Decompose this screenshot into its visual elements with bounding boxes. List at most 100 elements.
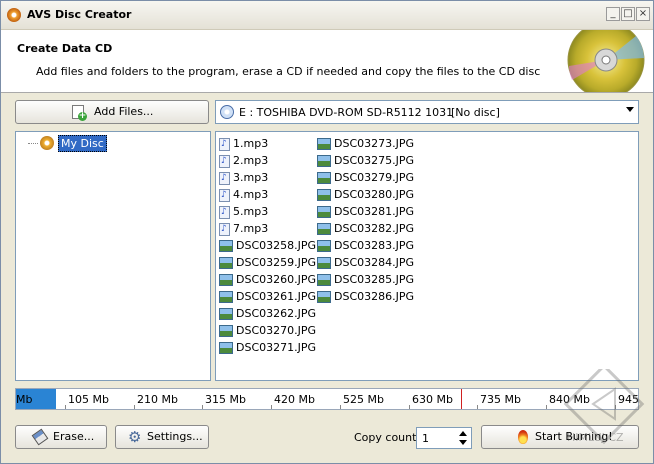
file-name: DSC03284.JPG	[334, 256, 415, 269]
image-file-icon	[219, 291, 233, 303]
file-item[interactable]: 4.mp3	[219, 186, 269, 204]
capacity-tick	[477, 405, 478, 409]
capacity-tick	[340, 405, 341, 409]
capacity-tick	[271, 405, 272, 409]
file-name: DSC03259.JPG	[236, 256, 317, 269]
image-file-icon	[317, 291, 331, 303]
file-item[interactable]: DSC03282.JPG	[317, 220, 414, 237]
title-bar[interactable]: AVS Disc Creator _ □ ×	[1, 1, 653, 30]
image-file-icon	[317, 189, 331, 201]
file-name: DSC03279.JPG	[334, 171, 415, 184]
cd-disc-icon	[556, 30, 646, 92]
file-item[interactable]: DSC03262.JPG	[219, 305, 316, 322]
file-name: DSC03283.JPG	[334, 239, 415, 252]
maximize-button[interactable]: □	[621, 7, 635, 21]
file-name: DSC03285.JPG	[334, 273, 415, 286]
file-item[interactable]: DSC03270.JPG	[219, 322, 316, 339]
capacity-tick	[134, 405, 135, 409]
copy-count-stepper[interactable]: 1	[416, 427, 472, 449]
file-name: DSC03261.JPG	[236, 290, 317, 303]
add-files-label: Add Files...	[94, 105, 154, 118]
disc-capacity-bar: Mb 105 Mb 210 Mb 315 Mb 420 Mb 525 Mb 630 Mb 73…	[15, 388, 639, 410]
file-name: 7.mp3	[233, 222, 269, 235]
file-item[interactable]: DSC03271.JPG	[219, 339, 316, 356]
image-file-icon	[219, 325, 233, 337]
image-file-icon	[219, 274, 233, 286]
file-item[interactable]: DSC03284.JPG	[317, 254, 414, 271]
file-item[interactable]: DSC03286.JPG	[317, 288, 414, 305]
audio-file-icon	[219, 136, 230, 153]
file-item[interactable]: DSC03285.JPG	[317, 271, 414, 288]
capacity-tick	[615, 405, 616, 409]
erase-label: Erase...	[53, 430, 95, 443]
start-burning-button[interactable]: Start Burning!	[481, 425, 639, 449]
capacity-tick-label: 525 Mb	[343, 393, 384, 406]
image-file-icon	[317, 172, 331, 184]
file-name: DSC03258.JPG	[236, 239, 317, 252]
image-file-icon	[317, 240, 331, 252]
image-file-icon	[219, 308, 233, 320]
audio-file-icon	[219, 170, 230, 187]
erase-button[interactable]: Erase...	[15, 425, 107, 449]
capacity-tick-label: 735 Mb	[480, 393, 521, 406]
gear-icon: ⚙	[128, 428, 142, 446]
image-file-icon	[317, 274, 331, 286]
file-item[interactable]: DSC03279.JPG	[317, 169, 414, 186]
close-button[interactable]: ×	[636, 7, 650, 21]
image-file-icon	[317, 138, 331, 150]
start-burning-label: Start Burning!	[535, 430, 613, 443]
file-item[interactable]: DSC03260.JPG	[219, 271, 316, 288]
file-list[interactable]: 1.mp3 2.mp3 3.mp3 4.mp3 5.mp3 7.mp3 DSC03258.J…	[215, 131, 639, 381]
flame-icon	[518, 430, 528, 444]
stepper-up-icon[interactable]	[459, 431, 467, 436]
add-files-button[interactable]: + Add Files...	[15, 100, 209, 124]
page-subtitle: Add files and folders to the program, er…	[36, 65, 541, 78]
file-name: 4.mp3	[233, 188, 269, 201]
app-window: AVS Disc Creator _ □ × Create Data CD Ad…	[0, 0, 654, 464]
capacity-tick-label: 630 Mb	[412, 393, 453, 406]
capacity-tick-label: 105 Mb	[68, 393, 109, 406]
file-name: DSC03275.JPG	[334, 154, 415, 167]
drive-icon	[220, 105, 234, 119]
chevron-down-icon[interactable]	[626, 107, 634, 112]
file-name: DSC03262.JPG	[236, 307, 317, 320]
capacity-limit-marker	[461, 389, 462, 409]
file-item[interactable]: 3.mp3	[219, 169, 269, 187]
image-file-icon	[317, 257, 331, 269]
settings-label: Settings...	[147, 430, 203, 443]
audio-file-icon	[219, 204, 230, 221]
file-item[interactable]: 2.mp3	[219, 152, 268, 170]
minimize-button[interactable]: _	[606, 7, 620, 21]
file-name: DSC03282.JPG	[334, 222, 415, 235]
window-title: AVS Disc Creator	[27, 8, 132, 21]
file-item[interactable]: DSC03280.JPG	[317, 186, 414, 203]
file-item[interactable]: 7.mp3	[219, 220, 269, 238]
file-item[interactable]: DSC03275.JPG	[317, 152, 414, 169]
app-disc-icon	[7, 8, 21, 22]
disc-icon	[40, 136, 54, 150]
tree-connector	[28, 143, 38, 144]
capacity-tick	[409, 405, 410, 409]
capacity-tick	[65, 405, 66, 409]
file-name: 3.mp3	[233, 171, 269, 184]
file-name: 5.mp3	[233, 205, 269, 218]
drive-selector[interactable]: E : TOSHIBA DVD-ROM SD-R5112 1031 [No di…	[215, 100, 639, 124]
file-item[interactable]: DSC03259.JPG	[219, 254, 316, 271]
disc-tree[interactable]: My Disc	[15, 131, 211, 381]
settings-button[interactable]: ⚙ Settings...	[115, 425, 209, 449]
file-item[interactable]: DSC03258.JPG	[219, 237, 316, 254]
capacity-tick-label: 840 Mb	[549, 393, 590, 406]
file-item[interactable]: DSC03283.JPG	[317, 237, 414, 254]
file-item[interactable]: DSC03281.JPG	[317, 203, 414, 220]
file-name: DSC03260.JPG	[236, 273, 317, 286]
audio-file-icon	[219, 153, 230, 170]
stepper-down-icon[interactable]	[459, 440, 467, 445]
capacity-tick-label: 315 Mb	[205, 393, 246, 406]
file-item[interactable]: 1.mp3	[219, 135, 268, 153]
file-item[interactable]: DSC03273.JPG	[317, 135, 414, 152]
tree-root-my-disc[interactable]: My Disc	[58, 135, 107, 152]
file-item[interactable]: DSC03261.JPG	[219, 288, 316, 305]
image-file-icon	[219, 257, 233, 269]
file-item[interactable]: 5.mp3	[219, 203, 269, 221]
copy-count-value: 1	[422, 432, 429, 445]
